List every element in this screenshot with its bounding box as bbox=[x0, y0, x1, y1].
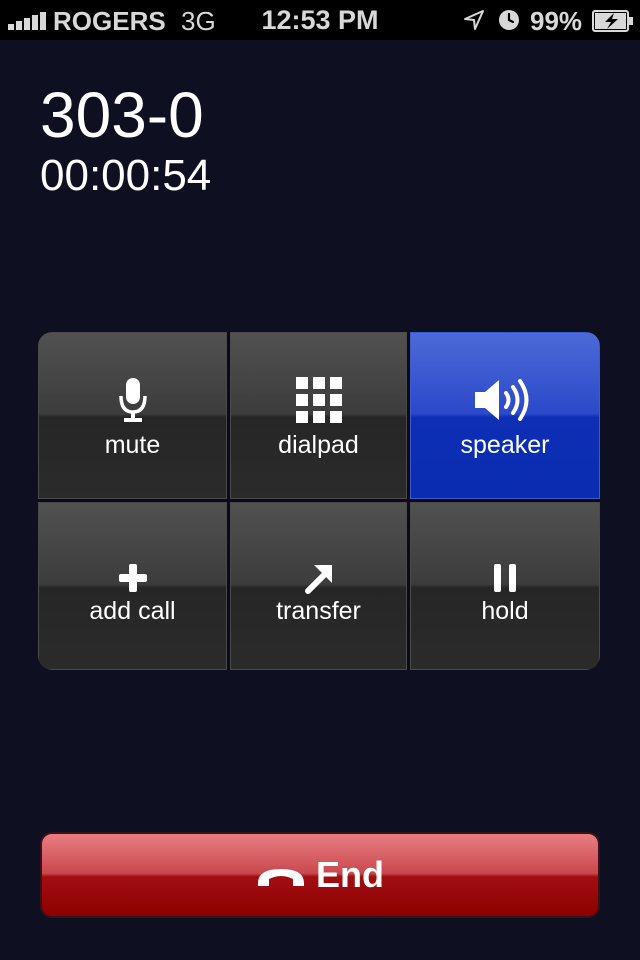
hold-button[interactable]: hold bbox=[410, 502, 600, 670]
arrow-up-right-icon bbox=[304, 565, 332, 594]
end-call-label: End bbox=[316, 854, 384, 895]
pause-icon bbox=[494, 564, 516, 592]
add-call-label: add call bbox=[89, 597, 176, 625]
mute-label: mute bbox=[104, 431, 161, 459]
transfer-button[interactable]: transfer bbox=[230, 502, 407, 670]
end-call-button[interactable]: End bbox=[40, 832, 600, 918]
microphone-icon bbox=[118, 378, 147, 422]
transfer-label: transfer bbox=[276, 597, 361, 625]
alarm-icon bbox=[499, 10, 519, 30]
caller-number: 303-0 bbox=[40, 79, 204, 151]
status-bar: ROGERS 3G 12:53 PM 99% bbox=[0, 0, 640, 40]
plus-icon bbox=[118, 564, 147, 592]
dialpad-label: dialpad bbox=[278, 431, 359, 459]
location-icon bbox=[464, 10, 484, 30]
speaker-button[interactable]: speaker bbox=[410, 332, 600, 499]
battery-percent: 99% bbox=[530, 6, 583, 36]
mute-button[interactable]: mute bbox=[38, 332, 227, 499]
speaker-label: speaker bbox=[460, 431, 550, 459]
call-controls-grid: mute dialpad speaker add call transfer h… bbox=[38, 332, 600, 670]
dialpad-button[interactable]: dialpad bbox=[230, 332, 407, 499]
hold-label: hold bbox=[481, 597, 529, 625]
speaker-icon bbox=[475, 379, 529, 421]
call-duration: 00:00:54 bbox=[40, 151, 212, 200]
hang-up-phone-icon bbox=[258, 869, 304, 886]
dialpad-icon bbox=[295, 377, 342, 423]
add-call-button[interactable]: add call bbox=[38, 502, 227, 670]
battery-charging-icon bbox=[592, 10, 633, 32]
